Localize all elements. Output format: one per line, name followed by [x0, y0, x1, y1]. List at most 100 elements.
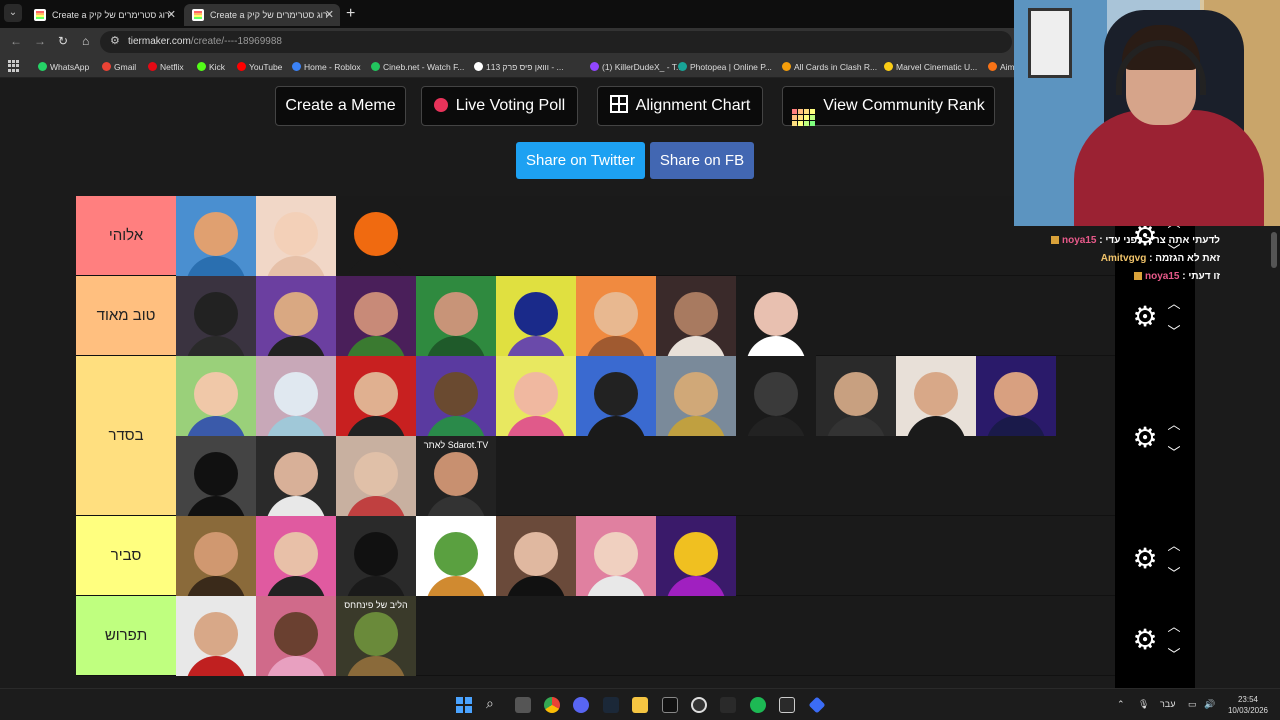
create-meme-button[interactable]: Create a Meme	[275, 86, 406, 126]
streamer-avatar-tile[interactable]	[656, 276, 736, 356]
tier-label[interactable]: טוב מאוד	[76, 276, 176, 355]
browser-tab[interactable]: Create a ירוג סטרימרים של קיק ✕	[26, 4, 182, 26]
streamer-avatar-tile[interactable]	[496, 276, 576, 356]
bookmark-item[interactable]: (1) KillerDudeX_ - T...	[590, 60, 683, 74]
streamer-avatar-tile[interactable]	[336, 196, 416, 276]
share-facebook-button[interactable]: Share on FB	[650, 142, 754, 179]
bookmark-item[interactable]: Gmail	[102, 60, 136, 74]
move-tier-up-chevron-icon[interactable]: ︿	[1165, 539, 1183, 553]
tier-label[interactable]: תפרוש	[76, 596, 176, 675]
streamer-avatar-tile[interactable]	[576, 516, 656, 596]
streamer-avatar-tile[interactable]	[176, 516, 256, 596]
search-icon[interactable]: ⌕	[486, 695, 494, 712]
task-view-icon[interactable]	[515, 697, 531, 713]
move-tier-down-chevron-icon[interactable]: ﹀	[1165, 446, 1183, 460]
tier-settings-gear-icon[interactable]: ⚙	[1131, 545, 1159, 573]
streamer-avatar-tile[interactable]	[656, 356, 736, 436]
streamer-avatar-tile[interactable]	[256, 196, 336, 276]
live-voting-poll-button[interactable]: Live Voting Poll	[421, 86, 578, 126]
move-tier-up-chevron-icon[interactable]: ︿	[1165, 620, 1183, 634]
streamer-avatar-tile[interactable]	[176, 356, 256, 436]
microphone-icon[interactable]: 🎙	[1138, 699, 1149, 710]
epic-games-icon[interactable]	[779, 697, 795, 713]
streamer-avatar-tile[interactable]	[656, 516, 736, 596]
bookmark-item[interactable]: Photopea | Online P...	[678, 60, 772, 74]
tab-search-button[interactable]: ⌄	[4, 4, 22, 22]
address-bar[interactable]: ⚙ tiermaker.com/create/----18969988	[100, 31, 1012, 53]
file-explorer-icon[interactable]	[632, 697, 648, 713]
streamer-avatar-tile[interactable]	[336, 356, 416, 436]
streamer-avatar-tile[interactable]	[976, 356, 1056, 436]
site-info-icon[interactable]: ⚙	[110, 34, 120, 47]
bookmark-item[interactable]: Marvel Cinematic U...	[884, 60, 977, 74]
streamer-avatar-tile[interactable]	[416, 516, 496, 596]
streamer-avatar-tile[interactable]: הליב של פינחחס	[336, 596, 416, 676]
bookmark-item[interactable]: Cineb.net - Watch F...	[371, 60, 464, 74]
tier-settings-gear-icon[interactable]: ⚙	[1131, 303, 1159, 331]
app-icon[interactable]	[720, 697, 736, 713]
move-tier-down-chevron-icon[interactable]: ﹀	[1165, 325, 1183, 339]
system-clock[interactable]: 23:54 10/03/2026	[1224, 694, 1272, 716]
close-tab-icon[interactable]: ✕	[167, 4, 176, 26]
streamer-avatar-tile[interactable]	[416, 356, 496, 436]
streamer-avatar-tile[interactable]	[736, 356, 816, 436]
reload-icon[interactable]: ↻	[58, 34, 68, 48]
streamer-avatar-tile[interactable]	[176, 276, 256, 356]
move-tier-down-chevron-icon[interactable]: ﹀	[1165, 648, 1183, 662]
bookmark-item[interactable]: Home - Roblox	[292, 60, 361, 74]
streamer-avatar-tile[interactable]	[256, 516, 336, 596]
volume-icon[interactable]: 🔊	[1204, 699, 1215, 710]
bookmark-item[interactable]: ווואן פיס פרק 113 - ...	[474, 60, 564, 74]
browser-tab-active[interactable]: Create a ירוג סטרימרים של קיק ✕	[184, 4, 340, 26]
forward-icon[interactable]: →	[34, 34, 46, 48]
streamer-avatar-tile[interactable]	[736, 276, 816, 356]
tier-settings-gear-icon[interactable]: ⚙	[1131, 424, 1159, 452]
streamer-avatar-tile[interactable]: Sdarot.TV לאתר	[416, 436, 496, 516]
streamer-avatar-tile[interactable]	[176, 196, 256, 276]
tier-label[interactable]: סביר	[76, 516, 176, 595]
streamer-avatar-tile[interactable]	[336, 276, 416, 356]
move-tier-down-chevron-icon[interactable]: ﹀	[1165, 567, 1183, 581]
streamer-avatar-tile[interactable]	[416, 276, 496, 356]
close-tab-icon[interactable]: ✕	[325, 4, 334, 26]
page-scrollbar[interactable]	[1268, 228, 1280, 688]
streamer-avatar-tile[interactable]	[576, 276, 656, 356]
tier-label[interactable]: אלוהי	[76, 196, 176, 275]
streamer-avatar-tile[interactable]	[496, 516, 576, 596]
app-icon-diamond[interactable]	[808, 696, 826, 714]
steam-icon[interactable]	[603, 697, 619, 713]
move-tier-up-chevron-icon[interactable]: ︿	[1165, 297, 1183, 311]
streamer-avatar-tile[interactable]	[256, 356, 336, 436]
spotify-icon[interactable]	[750, 697, 766, 713]
obs-icon[interactable]	[691, 697, 707, 713]
home-icon[interactable]: ⌂	[82, 34, 89, 48]
back-icon[interactable]: ←	[10, 34, 22, 48]
bookmark-item[interactable]: All Cards in Clash R...	[782, 60, 877, 74]
capcut-icon[interactable]	[662, 697, 678, 713]
streamer-avatar-tile[interactable]	[256, 596, 336, 676]
streamer-avatar-tile[interactable]	[896, 356, 976, 436]
bookmark-item[interactable]: Netflix	[148, 60, 184, 74]
tier-label[interactable]: בסדר	[76, 356, 176, 515]
alignment-chart-button[interactable]: Alignment Chart	[597, 86, 763, 126]
chrome-icon[interactable]	[544, 697, 560, 713]
new-tab-button[interactable]: +	[346, 4, 355, 24]
streamer-avatar-tile[interactable]	[256, 276, 336, 356]
windows-start-icon[interactable]	[456, 697, 472, 713]
streamer-avatar-tile[interactable]	[576, 356, 656, 436]
streamer-avatar-tile[interactable]	[336, 436, 416, 516]
view-community-rank-button[interactable]: View Community Rank	[782, 86, 995, 126]
move-tier-up-chevron-icon[interactable]: ︿	[1165, 418, 1183, 432]
streamer-avatar-tile[interactable]	[336, 516, 416, 596]
apps-grid-icon[interactable]	[8, 60, 20, 72]
streamer-avatar-tile[interactable]	[256, 436, 336, 516]
streamer-avatar-tile[interactable]	[496, 356, 576, 436]
bookmark-item[interactable]: YouTube	[237, 60, 282, 74]
language-indicator[interactable]: עבר	[1160, 699, 1175, 709]
share-twitter-button[interactable]: Share on Twitter	[516, 142, 645, 179]
bookmark-item[interactable]: WhatsApp	[38, 60, 89, 74]
tray-expand-icon[interactable]: ⌃	[1117, 699, 1125, 710]
streamer-avatar-tile[interactable]	[816, 356, 896, 436]
bookmark-item[interactable]: Aim	[988, 60, 1015, 74]
network-icon[interactable]: ▭	[1188, 699, 1197, 710]
